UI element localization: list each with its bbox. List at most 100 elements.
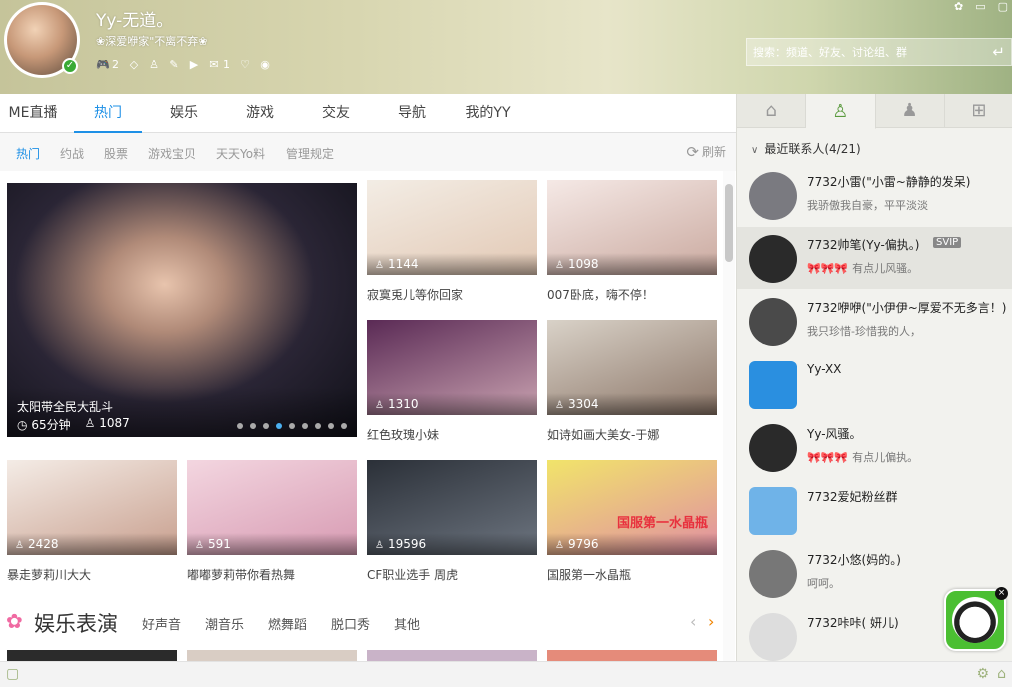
video-icon[interactable]: ▶ bbox=[187, 57, 201, 71]
carousel-dot[interactable] bbox=[250, 423, 256, 429]
carousel-dot[interactable] bbox=[302, 423, 308, 429]
window-controls: ✿ ▭ ▢ bbox=[954, 0, 1008, 13]
contact-avatar[interactable] bbox=[749, 361, 797, 409]
viewer-count: ♙ 3304 bbox=[555, 397, 599, 411]
contact-avatar[interactable] bbox=[749, 487, 797, 535]
chat-icon[interactable]: ✉ bbox=[207, 57, 221, 71]
carousel-dot[interactable] bbox=[263, 423, 269, 429]
section-tab-voice[interactable]: 好声音 bbox=[142, 614, 181, 633]
subtab-hot[interactable]: 热门 bbox=[16, 145, 40, 162]
refresh-button[interactable]: ⟳ 刷新 bbox=[686, 143, 726, 161]
search-box[interactable]: ↵ bbox=[746, 38, 1012, 66]
stream-card[interactable]: ♙ 1144 寂寞兎儿等你回家 bbox=[367, 180, 537, 304]
tab-my-yy[interactable]: 我的YY bbox=[454, 94, 522, 132]
game-icon[interactable]: 🎮 bbox=[96, 57, 110, 71]
home-icon[interactable]: ⌂ bbox=[737, 94, 807, 127]
carousel-dot[interactable] bbox=[328, 423, 334, 429]
tab-me-live[interactable]: ME直播 bbox=[0, 94, 66, 132]
shirt-icon[interactable]: ♙ bbox=[147, 57, 161, 71]
stream-card[interactable]: ♙ 591 嘟嘟萝莉带你看热舞 bbox=[187, 460, 357, 584]
carousel-dot[interactable] bbox=[315, 423, 321, 429]
subtab-daily-news[interactable]: 天天Yo料 bbox=[216, 145, 265, 162]
settings-icon[interactable]: ⚙ bbox=[977, 666, 990, 682]
enter-icon[interactable]: ↵ bbox=[992, 43, 1005, 61]
bottom-bar: ▢ ⚙ ⌂ bbox=[0, 661, 1012, 687]
subtab-stocks[interactable]: 股票 bbox=[104, 145, 128, 162]
stream-title[interactable]: CF职业选手 周虎 bbox=[367, 566, 458, 583]
recent-contacts-header[interactable]: ∨ 最近联系人(4/21) bbox=[751, 140, 861, 157]
stream-title[interactable]: 红色玫瑰小妹 bbox=[367, 426, 439, 443]
carousel-dot[interactable] bbox=[341, 423, 347, 429]
contact-item[interactable]: 7732爱妃粉丝群 bbox=[737, 479, 1012, 541]
contact-avatar[interactable] bbox=[749, 172, 797, 220]
user-signature[interactable]: ❀深爱咿家"不离不弃❀ bbox=[96, 33, 208, 49]
stream-thumbnail-peek[interactable] bbox=[367, 650, 537, 661]
section-tab-talkshow[interactable]: 脱口秀 bbox=[331, 614, 370, 633]
contact-avatar[interactable] bbox=[749, 235, 797, 283]
subtab-battle[interactable]: 约战 bbox=[60, 145, 84, 162]
stream-thumbnail: 国服第一水晶瓶 ♙ 9796 bbox=[547, 460, 717, 555]
stream-card[interactable]: ♙ 3304 如诗如画大美女-于娜 bbox=[547, 320, 717, 444]
stream-title[interactable]: 暴走萝莉川大大 bbox=[7, 566, 91, 583]
stream-title[interactable]: 寂寞兎儿等你回家 bbox=[367, 286, 463, 303]
contact-avatar[interactable] bbox=[749, 613, 797, 661]
stream-thumbnail: ♙ 1144 bbox=[367, 180, 537, 275]
next-arrow-icon[interactable]: › bbox=[708, 612, 714, 631]
section-tab-dance[interactable]: 燃舞蹈 bbox=[268, 614, 307, 633]
main-tab-bar: ME直播 热门 娱乐 游戏 交友 导航 我的YY bbox=[0, 94, 736, 133]
stream-thumbnail-peek[interactable] bbox=[7, 650, 177, 661]
contact-item[interactable]: 7732小雷("小雷~静静的发呆) 我骄傲我自豪，平平淡淡 bbox=[737, 164, 1012, 226]
contact-icon[interactable]: ♙ bbox=[806, 94, 876, 129]
stream-title[interactable]: 007卧底，嗨不停！ bbox=[547, 286, 654, 303]
tab-navigation[interactable]: 导航 bbox=[378, 94, 446, 132]
contact-item[interactable]: 7732咿咿("小伊伊~厚爱不无多言！) 我只珍惜-珍惜我的人， bbox=[737, 290, 1012, 352]
skin-icon[interactable]: ✿ bbox=[954, 0, 963, 13]
tab-games[interactable]: 游戏 bbox=[226, 94, 294, 132]
subtab-rules[interactable]: 管理规定 bbox=[286, 145, 334, 162]
stream-title[interactable]: 如诗如画大美女-于娜 bbox=[547, 426, 659, 443]
stream-thumbnail-peek[interactable] bbox=[187, 650, 357, 661]
contact-item[interactable]: Yy-风骚。 🎀🎀🎀 有点儿偏执。 bbox=[737, 416, 1012, 478]
close-icon[interactable]: ▢ bbox=[998, 0, 1008, 13]
subtab-game-babes[interactable]: 游戏宝贝 bbox=[148, 145, 196, 162]
stream-card[interactable]: 国服第一水晶瓶 ♙ 9796 国服第一水晶瓶 bbox=[547, 460, 717, 584]
carousel-dot-active[interactable] bbox=[276, 423, 282, 429]
contact-avatar[interactable] bbox=[749, 298, 797, 346]
contact-item[interactable]: 7732帅笔(Yy-偏执。) SVIP 🎀🎀🎀 有点儿风骚。 bbox=[737, 227, 1012, 289]
contact-name: 7732小雷("小雷~静静的发呆) bbox=[807, 175, 971, 189]
eye-icon[interactable]: ◉ bbox=[258, 57, 272, 71]
stream-thumbnail-peek[interactable] bbox=[547, 650, 717, 661]
stream-title[interactable]: 国服第一水晶瓶 bbox=[547, 566, 631, 583]
search-input[interactable] bbox=[747, 39, 987, 65]
group-icon[interactable]: ♟ bbox=[876, 94, 945, 127]
stream-card[interactable]: ♙ 2428 暴走萝莉川大大 bbox=[7, 460, 177, 584]
minimize-icon[interactable]: ▭ bbox=[975, 0, 985, 13]
diamond-icon[interactable]: ◇ bbox=[127, 57, 141, 71]
contact-avatar[interactable] bbox=[749, 424, 797, 472]
contact-item[interactable]: Yy-XX bbox=[737, 353, 1012, 415]
stream-card[interactable]: ♙ 19596 CF职业选手 周虎 bbox=[367, 460, 537, 584]
apps-grid-icon[interactable]: ⊞ bbox=[945, 94, 1012, 127]
panda-widget[interactable]: × bbox=[944, 587, 1008, 651]
close-icon[interactable]: × bbox=[995, 587, 1008, 600]
section-tab-other[interactable]: 其他 bbox=[394, 614, 420, 633]
tab-social[interactable]: 交友 bbox=[302, 94, 370, 132]
message-manager-icon[interactable]: ▢ bbox=[6, 666, 19, 682]
tab-entertainment[interactable]: 娱乐 bbox=[150, 94, 218, 132]
scrollbar-thumb[interactable] bbox=[725, 184, 733, 262]
featured-stats: ◷ 65分钟 ♙ 1087 bbox=[17, 416, 130, 432]
prev-arrow-icon[interactable]: ‹ bbox=[690, 612, 696, 631]
edit-icon[interactable]: ✎ bbox=[167, 57, 181, 71]
featured-stream-card[interactable]: 太阳带全民大乱斗 ◷ 65分钟 ♙ 1087 bbox=[7, 183, 357, 437]
stream-title[interactable]: 嘟嘟萝莉带你看热舞 bbox=[187, 566, 295, 583]
stream-card[interactable]: ♙ 1098 007卧底，嗨不停！ bbox=[547, 180, 717, 304]
carousel-dot[interactable] bbox=[289, 423, 295, 429]
contact-avatar[interactable] bbox=[749, 550, 797, 598]
home-icon[interactable]: ⌂ bbox=[997, 666, 1006, 682]
carousel-dot[interactable] bbox=[237, 423, 243, 429]
heart-icon[interactable]: ♡ bbox=[238, 57, 252, 71]
contact-name: 7732咿咿("小伊伊~厚爱不无多言！) bbox=[807, 301, 1007, 315]
section-tab-music[interactable]: 潮音乐 bbox=[205, 614, 244, 633]
tab-hot[interactable]: 热门 bbox=[74, 94, 142, 133]
stream-card[interactable]: ♙ 1310 红色玫瑰小妹 bbox=[367, 320, 537, 444]
